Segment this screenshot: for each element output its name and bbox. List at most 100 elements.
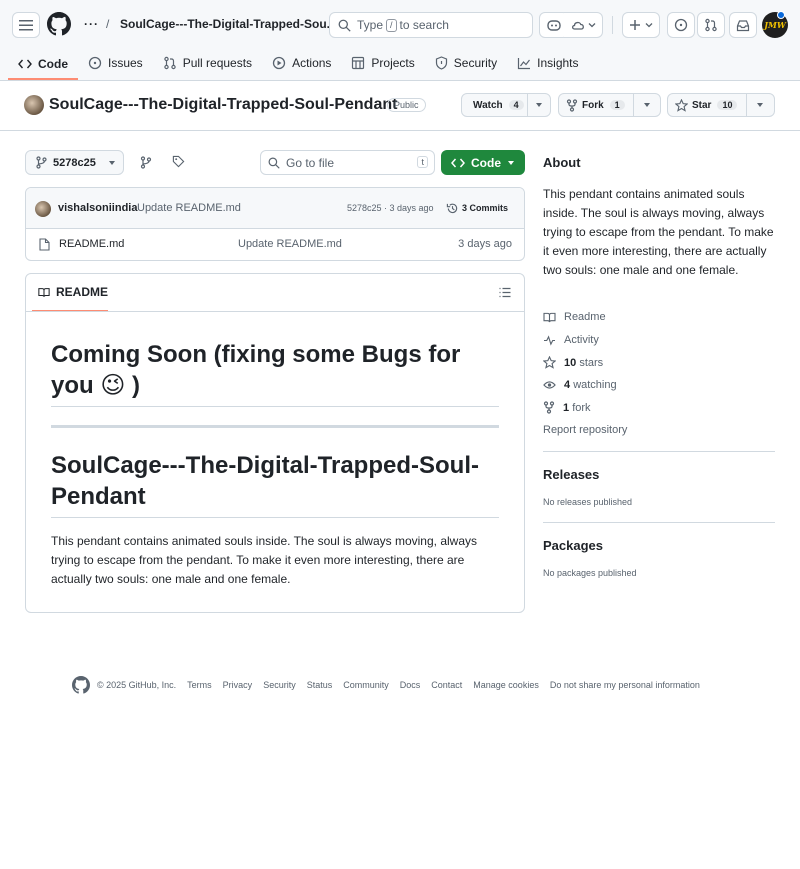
footer-link-do-not-share[interactable]: Do not share my personal information xyxy=(550,680,700,690)
packages-empty-text: No packages published xyxy=(543,568,637,578)
create-new-button[interactable] xyxy=(622,12,660,38)
issues-button[interactable] xyxy=(667,12,695,38)
tab-pull-requests-label: Pull requests xyxy=(182,56,253,70)
watch-button[interactable]: Watch 4 xyxy=(462,94,528,116)
footer-link-manage-cookies[interactable]: Manage cookies xyxy=(473,680,539,690)
activity-link[interactable]: Activity xyxy=(543,334,599,346)
branch-selector[interactable]: 5278c25 xyxy=(25,150,124,175)
code-button[interactable]: Code xyxy=(441,150,525,175)
more-breadcrumbs-icon[interactable]: ··· xyxy=(84,17,99,31)
report-repository-link[interactable]: Report repository xyxy=(543,424,627,436)
fork-icon xyxy=(543,401,555,414)
copilot-icon xyxy=(547,20,561,31)
tab-actions[interactable]: Actions xyxy=(262,49,341,77)
commit-author[interactable]: vishalsoniindia xyxy=(58,202,137,214)
footer-link-terms[interactable]: Terms xyxy=(187,680,212,690)
file-row[interactable]: README.md Update README.md 3 days ago xyxy=(26,229,524,260)
issue-icon xyxy=(88,56,102,70)
tag-icon[interactable] xyxy=(172,155,185,168)
stars-link[interactable]: 10 stars xyxy=(543,356,603,369)
search-suffix: to search xyxy=(399,18,449,32)
visibility-badge: Public xyxy=(387,98,426,112)
latest-commit-row: vishalsoniindia Update README.md 5278c25… xyxy=(26,188,524,229)
readme-link-label: Readme xyxy=(564,311,606,323)
github-footer-logo-icon[interactable] xyxy=(72,676,90,694)
star-button[interactable]: Star 10 xyxy=(668,94,747,116)
branches-icon[interactable] xyxy=(140,156,152,169)
go-to-file-input[interactable]: Go to file t xyxy=(260,150,435,175)
tab-projects[interactable]: Projects xyxy=(341,49,424,77)
fork-label: Fork xyxy=(582,99,604,111)
pull-request-icon xyxy=(705,18,717,32)
menu-button[interactable] xyxy=(12,12,40,38)
copilot-menu-button[interactable] xyxy=(564,12,603,38)
tab-insights-label: Insights xyxy=(537,56,579,70)
book-icon xyxy=(38,287,50,297)
repo-title[interactable]: SoulCage---The-Digital-Trapped-Soul-Pend… xyxy=(49,96,397,114)
forks-link[interactable]: 1 fork xyxy=(543,401,591,414)
sidebar-divider xyxy=(543,451,775,452)
inbox-icon xyxy=(736,19,750,31)
watching-link[interactable]: 4 watching xyxy=(543,379,617,391)
activity-link-label: Activity xyxy=(564,334,599,346)
github-logo-icon[interactable] xyxy=(47,12,71,36)
repo-tabs: Code Issues Pull requests Actions Projec… xyxy=(8,49,589,81)
repo-breadcrumb[interactable]: SoulCage---The-Digital-Trapped-Sou... xyxy=(120,17,337,31)
about-heading: About xyxy=(543,155,581,170)
tab-insights[interactable]: Insights xyxy=(507,49,588,77)
breadcrumb-separator: / xyxy=(106,17,110,31)
footer-link-contact[interactable]: Contact xyxy=(431,680,462,690)
commits-link[interactable]: 3 Commits xyxy=(462,203,508,213)
inbox-button[interactable] xyxy=(729,12,757,38)
commit-author-avatar[interactable] xyxy=(35,201,51,217)
footer-link-docs[interactable]: Docs xyxy=(400,680,421,690)
readme-link[interactable]: Readme xyxy=(543,311,606,323)
tab-issues[interactable]: Issues xyxy=(78,49,153,77)
watch-label: Watch xyxy=(473,99,503,111)
pull-requests-button[interactable] xyxy=(697,12,725,38)
outline-icon[interactable] xyxy=(499,287,511,298)
footer-link-security[interactable]: Security xyxy=(263,680,296,690)
sidebar-divider xyxy=(543,522,775,523)
tab-code-label: Code xyxy=(38,56,68,71)
commit-hash-time[interactable]: 5278c25 · 3 days ago xyxy=(347,203,434,213)
readme-panel: README Coming Soon (fixing some Bugs for… xyxy=(25,273,525,613)
fork-icon xyxy=(566,98,578,112)
search-input[interactable]: Type / to search xyxy=(329,12,533,38)
code-button-label: Code xyxy=(471,155,501,170)
watch-button-group: Watch 4 xyxy=(461,93,551,117)
star-count: 10 xyxy=(717,100,738,110)
tab-security[interactable]: Security xyxy=(425,49,507,77)
readme-heading-title: SoulCage---The-Digital-Trapped-Soul-Pend… xyxy=(51,452,479,510)
file-name[interactable]: README.md xyxy=(59,238,124,250)
fork-menu-button[interactable] xyxy=(634,94,660,116)
releases-heading[interactable]: Releases xyxy=(543,467,599,482)
fork-button[interactable]: Fork 1 xyxy=(559,94,634,116)
packages-heading[interactable]: Packages xyxy=(543,538,603,553)
site-footer: © 2025 GitHub, Inc. Terms Privacy Securi… xyxy=(72,676,700,694)
tab-security-label: Security xyxy=(453,56,498,70)
notification-dot xyxy=(777,11,785,19)
forks-count: 1 xyxy=(563,401,570,414)
tab-pull-requests[interactable]: Pull requests xyxy=(153,49,262,77)
footer-link-status[interactable]: Status xyxy=(307,680,333,690)
footer-link-privacy[interactable]: Privacy xyxy=(223,680,253,690)
graph-icon xyxy=(518,57,531,69)
readme-tab[interactable]: README xyxy=(32,274,108,312)
star-menu-button[interactable] xyxy=(747,94,774,116)
footer-link-community[interactable]: Community xyxy=(343,680,389,690)
chevron-down-icon xyxy=(508,160,514,165)
chevron-down-icon xyxy=(643,103,650,107)
tab-code[interactable]: Code xyxy=(8,49,78,80)
branch-icon xyxy=(36,156,47,169)
code-icon xyxy=(451,158,465,167)
commit-message[interactable]: Update README.md xyxy=(137,202,241,214)
star-icon xyxy=(543,356,556,369)
search-shortcut-key: / xyxy=(386,18,397,32)
watch-menu-button[interactable] xyxy=(528,94,550,116)
file-commit-message[interactable]: Update README.md xyxy=(238,238,342,250)
play-icon xyxy=(272,56,286,70)
history-icon xyxy=(446,203,458,214)
owner-avatar[interactable] xyxy=(24,95,44,115)
chevron-down-icon xyxy=(588,23,595,28)
